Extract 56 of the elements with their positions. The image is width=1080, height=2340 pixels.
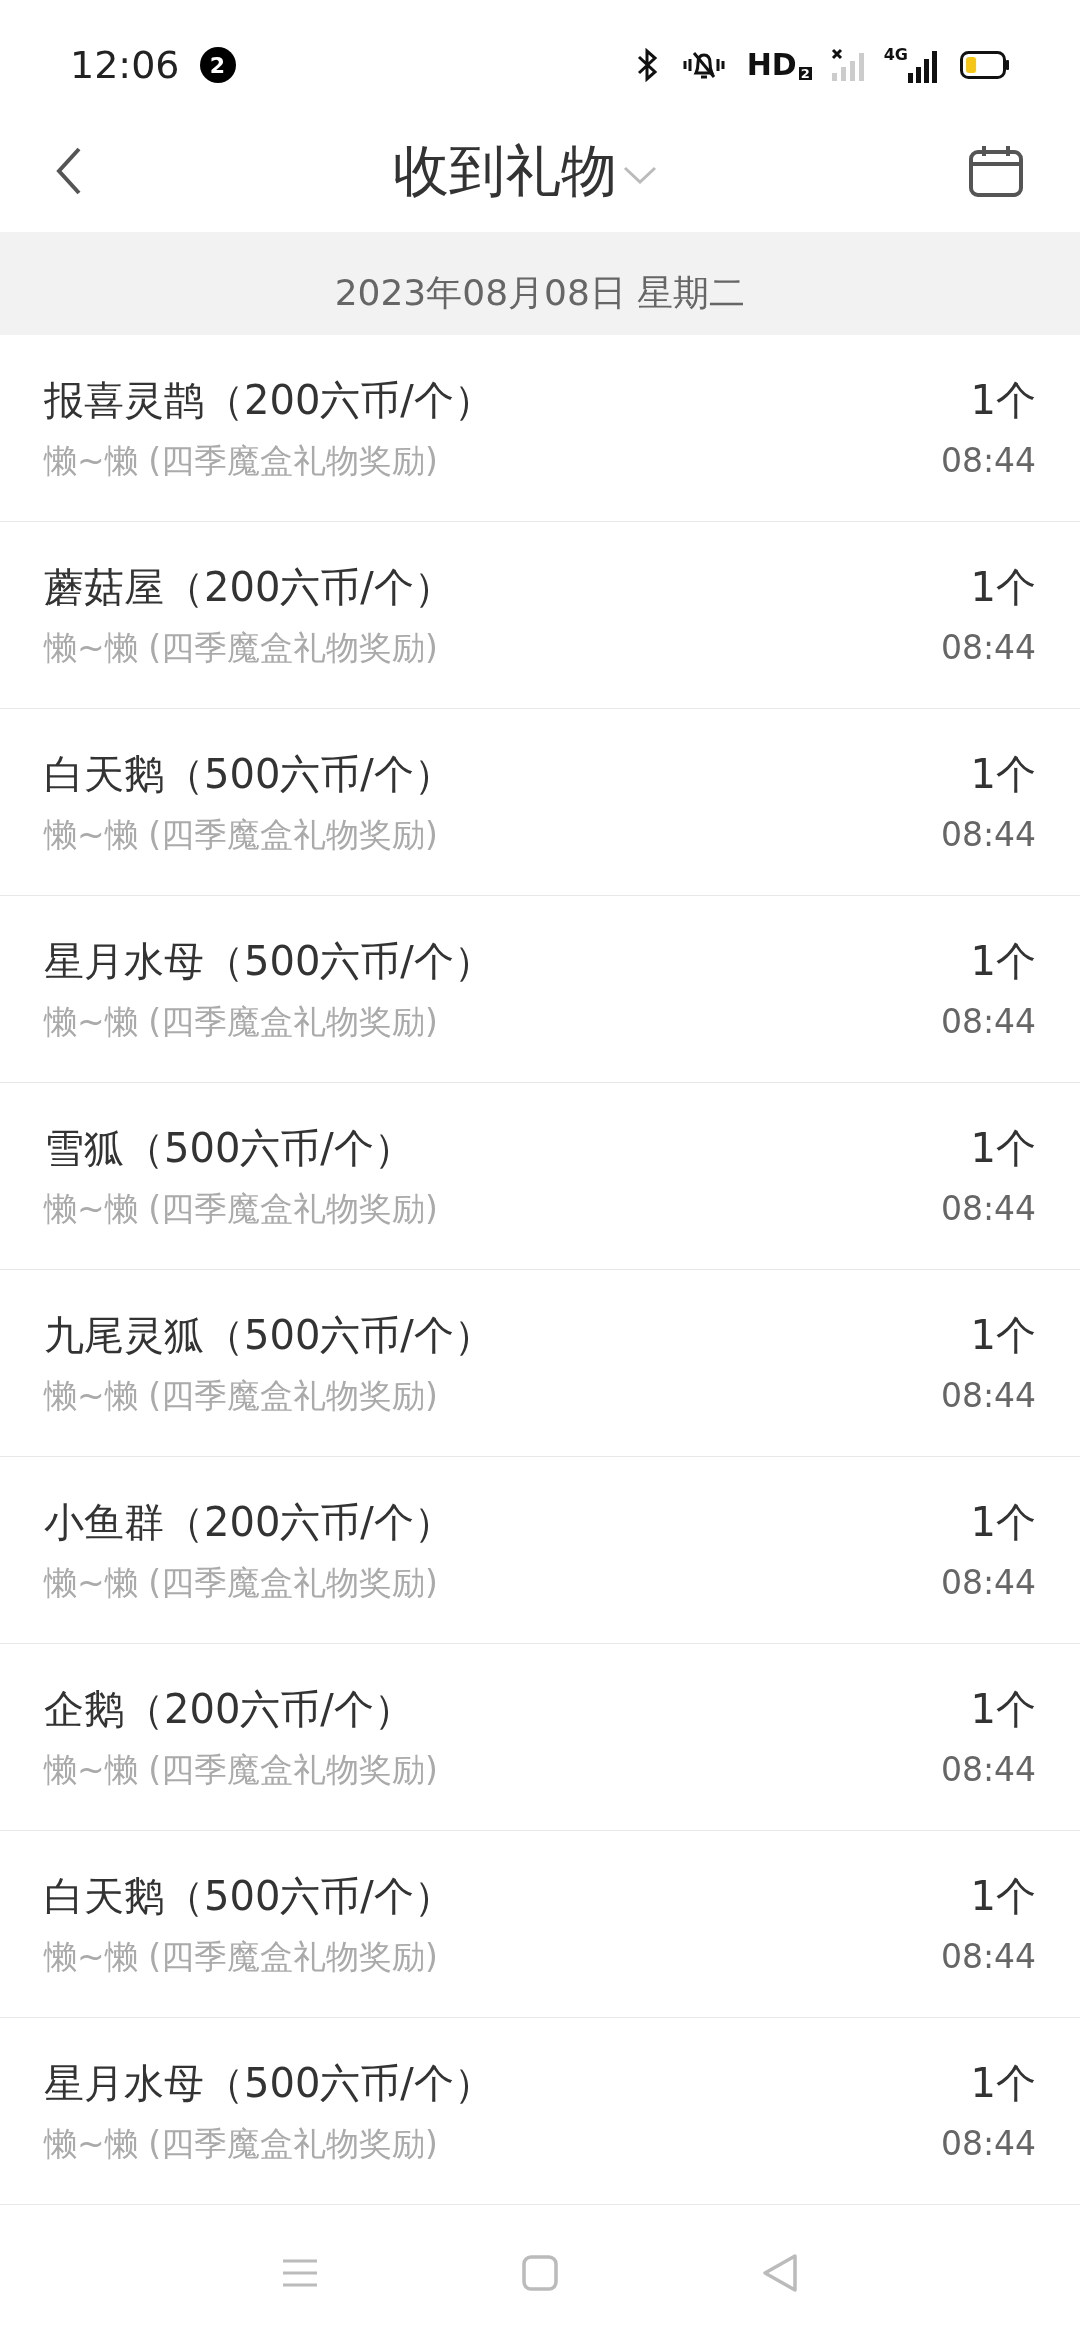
gift-quantity: 1个 xyxy=(970,2059,1036,2109)
network-type-label: 4G xyxy=(883,47,908,63)
gift-time: 08:44 xyxy=(940,1375,1036,1418)
gift-time: 08:44 xyxy=(940,814,1036,857)
gift-name: 报喜灵鹊（200六币/个） xyxy=(44,376,495,426)
no-signal-icon xyxy=(829,47,864,83)
gift-time: 08:44 xyxy=(940,627,1036,670)
gift-name: 星月水母（500六币/个） xyxy=(44,937,495,987)
gift-quantity: 1个 xyxy=(970,1685,1036,1735)
gift-quantity: 1个 xyxy=(970,937,1036,987)
gift-time: 08:44 xyxy=(940,2123,1036,2166)
gift-time: 08:44 xyxy=(940,440,1036,483)
gift-source: 懒~懒 (四季魔盒礼物奖励) xyxy=(44,1188,439,1231)
dropdown-caret-icon[interactable] xyxy=(623,166,657,184)
gift-name: 白天鹅（500六币/个） xyxy=(44,750,455,800)
gift-quantity: 1个 xyxy=(970,1311,1036,1361)
back-nav-icon[interactable] xyxy=(760,2252,799,2293)
gift-name: 九尾灵狐（500六币/个） xyxy=(44,1311,495,1361)
gift-source: 懒~懒 (四季魔盒礼物奖励) xyxy=(44,2123,439,2166)
gift-name: 星月水母（500六币/个） xyxy=(44,2059,495,2109)
gift-source: 懒~懒 (四季魔盒礼物奖励) xyxy=(44,1562,439,1605)
gift-source: 懒~懒 (四季魔盒礼物奖励) xyxy=(44,627,439,670)
gift-name: 蘑菇屋（200六币/个） xyxy=(44,563,455,613)
signal-icon xyxy=(908,49,938,83)
calendar-icon[interactable] xyxy=(968,144,1024,198)
gift-time: 08:44 xyxy=(940,1936,1036,1979)
gift-time: 08:44 xyxy=(940,1562,1036,1605)
page-title: 收到礼物 xyxy=(393,137,617,205)
gift-name: 白天鹅（500六币/个） xyxy=(44,1872,455,1922)
gift-name: 小鱼群（200六币/个） xyxy=(44,1498,455,1548)
notification-count: 2 xyxy=(199,47,236,83)
gift-source: 懒~懒 (四季魔盒礼物奖励) xyxy=(44,1001,439,1044)
gift-time: 08:44 xyxy=(940,1001,1036,1044)
status-time: 12:06 xyxy=(70,41,180,89)
gift-time: 08:44 xyxy=(940,1749,1036,1792)
gift-quantity: 1个 xyxy=(970,563,1036,613)
battery-icon xyxy=(960,51,1010,79)
gift-quantity: 1个 xyxy=(970,1498,1036,1548)
gift-source: 懒~懒 (四季魔盒礼物奖励) xyxy=(44,814,439,857)
sim-badge: 2 xyxy=(798,67,812,80)
network-label: HD xyxy=(746,50,797,80)
gift-name: 雪狐（500六币/个） xyxy=(44,1124,415,1174)
gift-quantity: 1个 xyxy=(970,1124,1036,1174)
gift-name: 企鹅（200六币/个） xyxy=(44,1685,415,1735)
date-header: 2023年08月08日 星期二 xyxy=(334,270,746,315)
gift-quantity: 1个 xyxy=(970,376,1036,426)
gift-quantity: 1个 xyxy=(970,1872,1036,1922)
gift-source: 懒~懒 (四季魔盒礼物奖励) xyxy=(44,1936,439,1979)
home-icon[interactable] xyxy=(522,2254,558,2291)
menu-icon[interactable] xyxy=(281,2257,320,2288)
gift-quantity: 1个 xyxy=(970,750,1036,800)
gift-source: 懒~懒 (四季魔盒礼物奖励) xyxy=(44,1375,439,1418)
back-icon[interactable] xyxy=(56,146,82,196)
gift-source: 懒~懒 (四季魔盒礼物奖励) xyxy=(44,1749,439,1792)
gift-time: 08:44 xyxy=(940,1188,1036,1231)
gift-source: 懒~懒 (四季魔盒礼物奖励) xyxy=(44,440,439,483)
